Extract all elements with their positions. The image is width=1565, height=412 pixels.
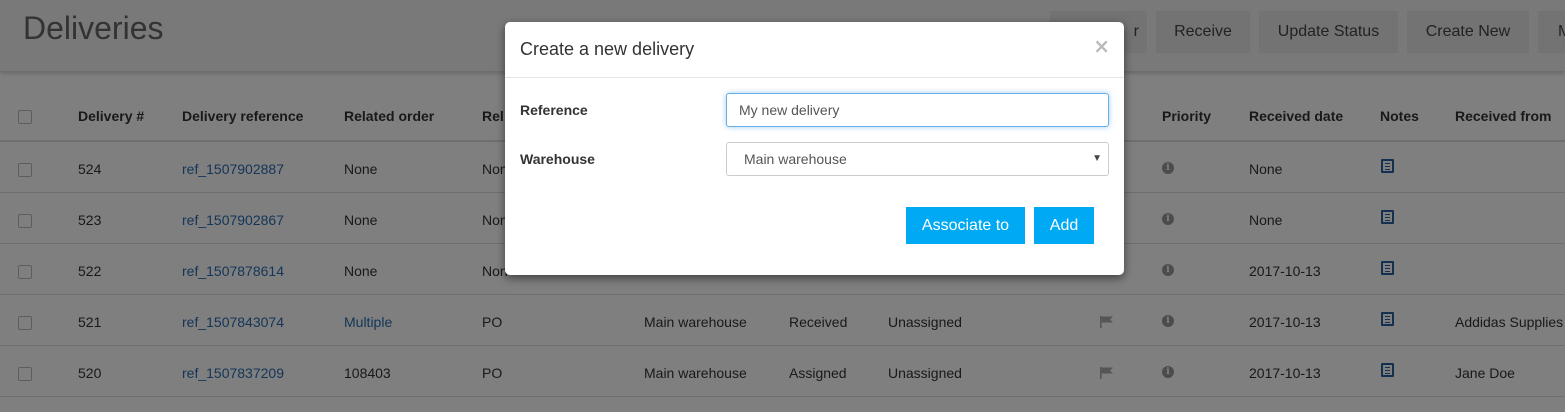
close-icon[interactable]: × <box>1093 34 1110 58</box>
warehouse-selected-value: Main warehouse <box>744 151 847 167</box>
warehouse-select[interactable]: Main warehouse ▼ <box>726 142 1109 176</box>
associate-to-button[interactable]: Associate to <box>906 207 1025 244</box>
create-delivery-modal: Create a new delivery × Reference Wareho… <box>505 22 1124 275</box>
chevron-down-icon: ▼ <box>1092 153 1102 164</box>
modal-title: Create a new delivery <box>520 39 695 59</box>
reference-label: Reference <box>520 102 588 118</box>
add-button[interactable]: Add <box>1034 207 1094 244</box>
modal-header: Create a new delivery × <box>505 22 1124 78</box>
reference-input[interactable] <box>726 93 1109 127</box>
warehouse-label: Warehouse <box>520 151 595 167</box>
